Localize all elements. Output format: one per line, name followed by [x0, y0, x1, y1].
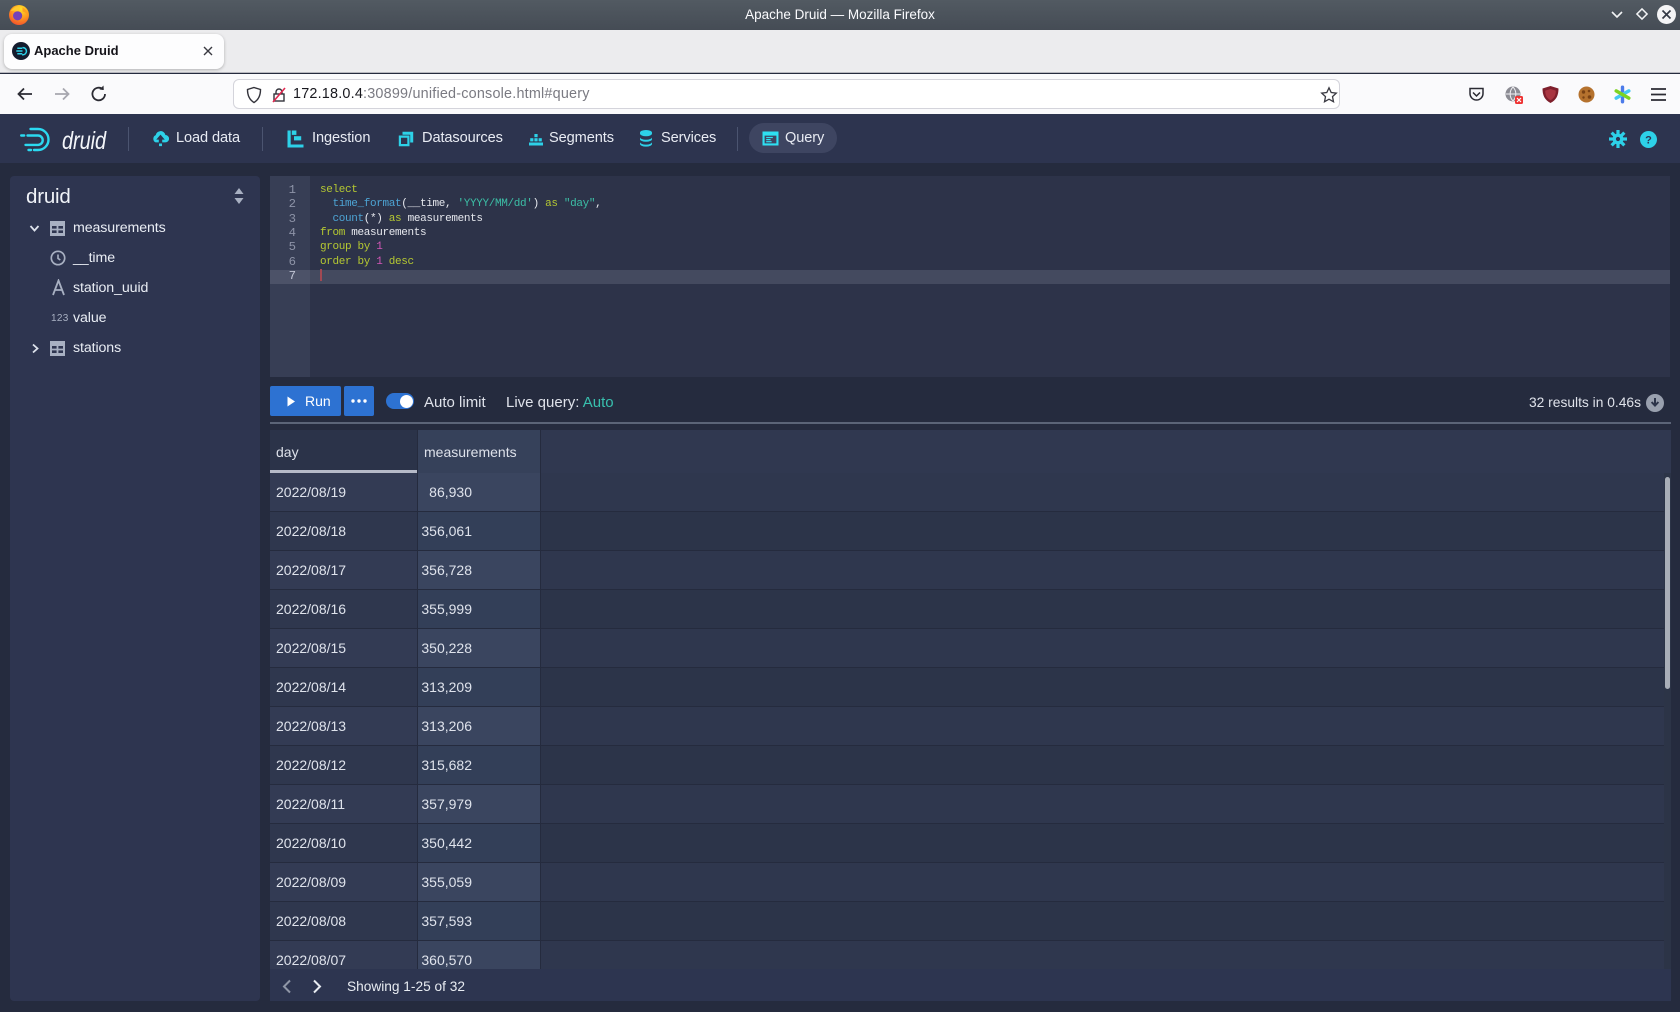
- svg-text:?: ?: [1645, 135, 1652, 147]
